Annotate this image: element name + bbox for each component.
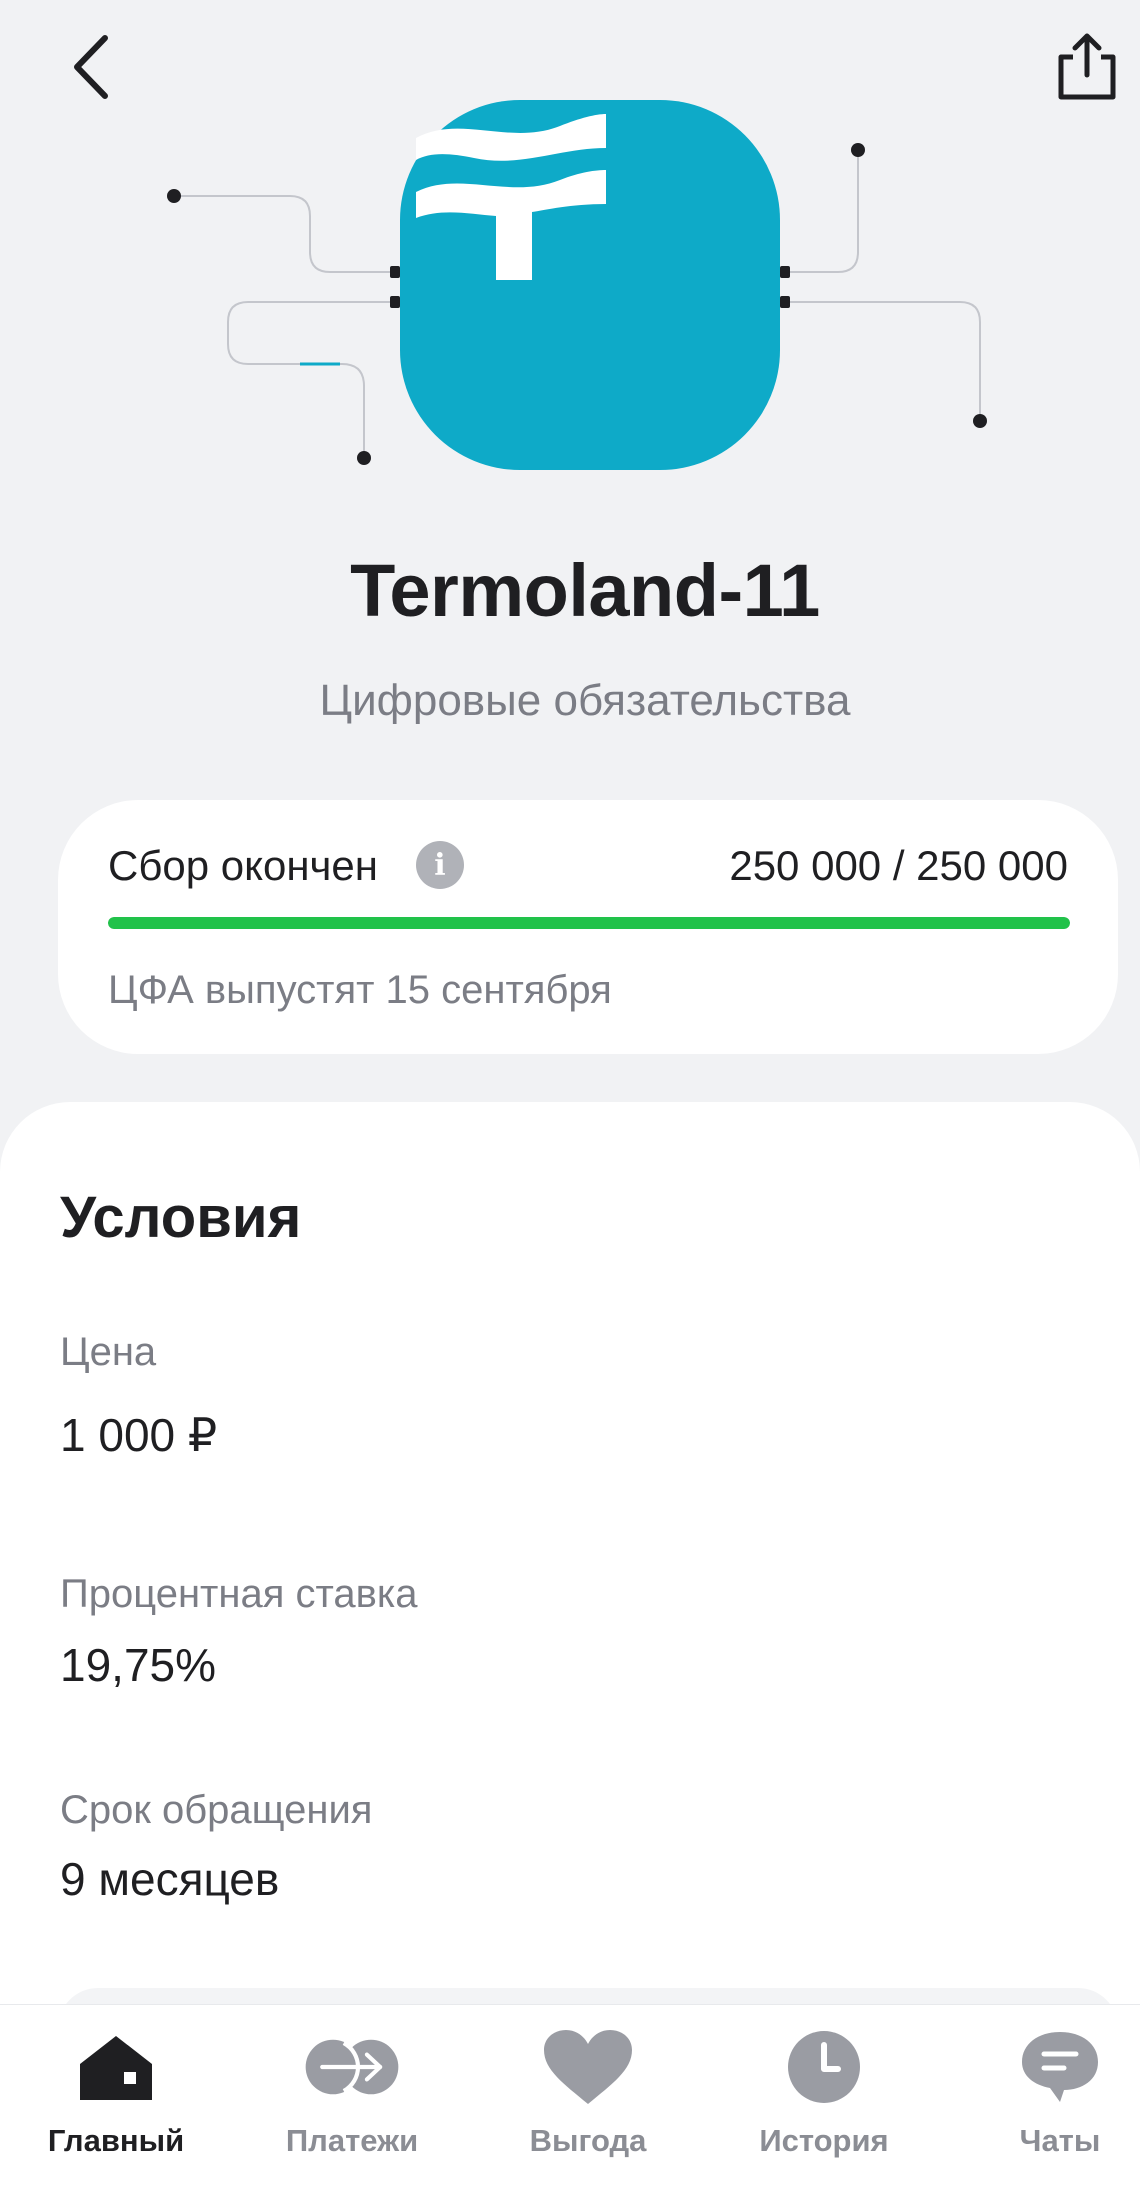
tab-chats-label: Чаты [1019,2123,1101,2158]
tab-payments-label: Платежи [285,2123,419,2158]
conditions-title: Условия [60,1185,302,1250]
tab-benefits-label: Выгода [529,2123,647,2158]
bottom-tab-bar: Главный Платежи Выгода История Чаты [0,2004,1140,2194]
fundraising-status: Сбор окончен [108,842,378,889]
fundraising-progress-bar [108,917,1070,929]
fundraising-amount: 250 000 / 250 000 [729,842,1068,889]
heart-icon [540,2027,636,2107]
tab-benefits[interactable]: Выгода [474,2005,702,2194]
price-label: Цена [60,1330,157,1374]
termoland-logo-icon [400,100,780,470]
tab-history-label: История [759,2123,889,2158]
term-label: Срок обращения [60,1788,373,1832]
issue-date-note: ЦФА выпустят 15 сентября [108,968,612,1012]
chat-bubble-icon [1012,2027,1108,2107]
clock-icon [776,2027,872,2107]
fundraising-card: Сбор окончен i 250 000 / 250 000 ЦФА вып… [58,800,1118,1054]
interest-rate-value: 19,75% [60,1639,217,1691]
product-category: Цифровые обязательства [319,676,851,725]
transfer-arrow-icon [304,2027,400,2107]
term-value: 9 месяцев [60,1853,280,1905]
tab-chats[interactable]: Чаты [946,2005,1140,2194]
tab-home[interactable]: Главный [2,2005,230,2194]
product-name: Termoland-11 [350,549,820,632]
interest-rate-label: Процентная ставка [60,1572,418,1616]
product-hero [0,90,1140,490]
price-value: 1 000 ₽ [60,1409,218,1461]
home-icon [68,2027,164,2107]
tab-history[interactable]: История [710,2005,938,2194]
tab-payments[interactable]: Платежи [238,2005,466,2194]
info-icon[interactable]: i [416,841,464,889]
tab-home-label: Главный [47,2123,185,2158]
fundraising-progress-fill [108,917,1070,929]
